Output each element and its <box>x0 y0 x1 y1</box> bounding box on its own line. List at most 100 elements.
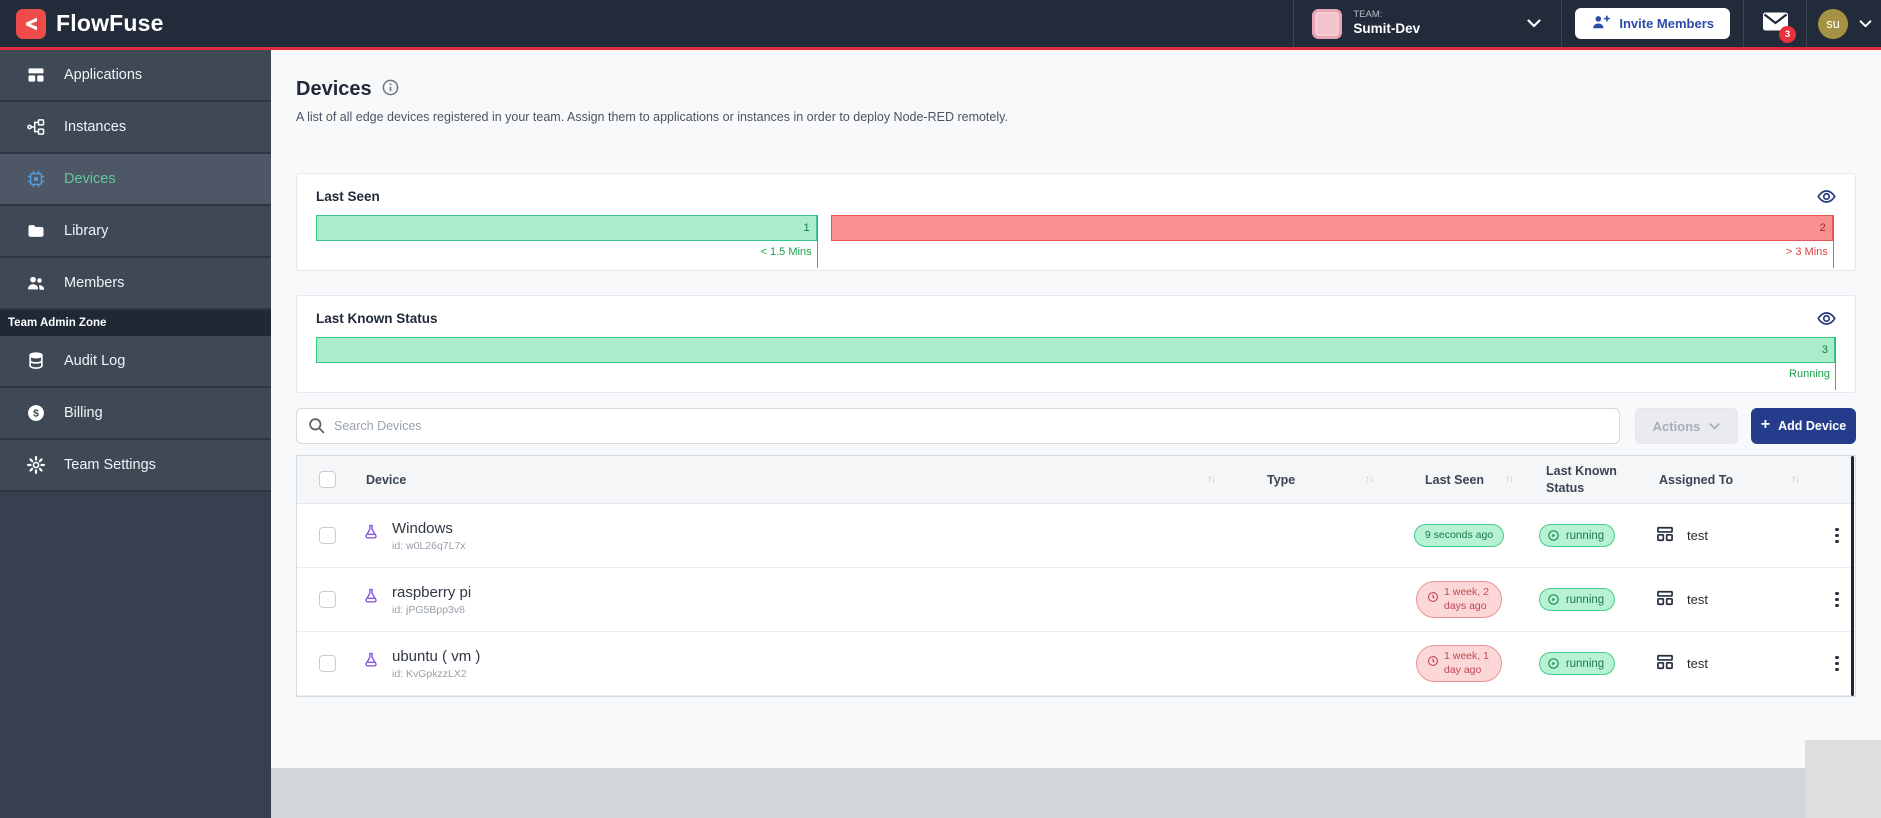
users-icon <box>26 273 46 293</box>
dollar-icon: $ <box>26 403 46 423</box>
bottom-strip <box>271 768 1881 818</box>
last-known-status-card: Last Known Status 3 Running <box>296 295 1856 393</box>
sidebar-item-label: Library <box>64 223 109 239</box>
assigned-to-value[interactable]: test <box>1687 528 1708 543</box>
row-checkbox[interactable] <box>319 527 336 544</box>
sidebar-item-label: Instances <box>64 119 127 135</box>
device-id: id: w0L26q7L7x <box>392 539 466 552</box>
device-name[interactable]: raspberry pi <box>392 584 471 601</box>
sidebar-item-library[interactable]: Library <box>0 206 271 258</box>
notifications-button[interactable]: 3 <box>1744 0 1806 47</box>
bar-segment: 2 > 3 Mins <box>830 215 1834 268</box>
sidebar-item-billing[interactable]: $ Billing <box>0 388 271 440</box>
sort-icon[interactable]: ↑↓ <box>1791 474 1800 485</box>
device-name[interactable]: Windows <box>392 520 466 537</box>
brand[interactable]: FlowFuse <box>16 8 164 39</box>
sidebar-item-label: Billing <box>64 405 103 421</box>
bar-label: Running <box>1789 368 1830 380</box>
search-input[interactable] <box>296 408 1620 444</box>
bar-value: 2 <box>830 215 1833 241</box>
assigned-to-value[interactable]: test <box>1687 656 1708 671</box>
user-avatar: su <box>1818 8 1848 39</box>
applications-icon <box>26 65 46 85</box>
invite-members-button[interactable]: Invite Members <box>1575 8 1730 39</box>
add-device-button[interactable]: + Add Device <box>1751 408 1856 444</box>
plus-icon: + <box>1760 416 1771 433</box>
chevron-down-icon <box>1527 15 1541 33</box>
user-plus-icon <box>1591 13 1611 34</box>
sort-icon[interactable]: ↑↓ <box>1365 474 1374 485</box>
team-avatar <box>1312 8 1343 39</box>
eye-icon[interactable] <box>1817 189 1836 204</box>
last-seen-badge: 9 seconds ago <box>1413 523 1505 548</box>
bar-label: > 3 Mins <box>1785 246 1828 258</box>
team-name: Sumit-Dev <box>1353 21 1421 37</box>
info-icon[interactable] <box>382 79 399 101</box>
table-scrollbar[interactable] <box>1851 456 1854 696</box>
sidebar-item-label: Audit Log <box>64 353 126 369</box>
device-flask-icon <box>361 523 381 548</box>
eye-icon[interactable] <box>1817 311 1836 326</box>
column-header-type: Type <box>1267 472 1296 487</box>
sort-icon[interactable]: ↑↓ <box>1505 474 1514 485</box>
page-title: Devices <box>296 78 372 100</box>
sidebar-item-members[interactable]: Members <box>0 258 271 310</box>
assigned-to-value[interactable]: test <box>1687 592 1708 607</box>
sidebar-item-instances[interactable]: Instances <box>0 102 271 154</box>
instances-icon <box>26 117 46 137</box>
sidebar: Applications Instances Devices Library M… <box>0 50 271 818</box>
database-icon <box>26 351 46 371</box>
devices-table: Device ↑↓ Type ↑↓ Last Seen ↑↓ Last Know… <box>296 455 1856 697</box>
select-all-checkbox[interactable] <box>319 471 336 488</box>
bottom-corner <box>1805 740 1881 818</box>
device-id: id: jPG5Bpp3v8 <box>392 603 465 616</box>
column-header-device: Device <box>366 472 407 487</box>
sidebar-item-audit-log[interactable]: Audit Log <box>0 336 271 388</box>
actions-button[interactable]: Actions <box>1635 408 1738 444</box>
kebab-menu-icon[interactable] <box>1831 524 1843 548</box>
clock-icon <box>1427 655 1439 672</box>
device-flask-icon <box>361 651 381 676</box>
team-admin-zone-header: Team Admin Zone <box>0 310 271 336</box>
sort-icon[interactable]: ↑↓ <box>1207 474 1216 485</box>
last-seen-badge: 1 week, 2 days ago <box>1416 580 1502 619</box>
last-seen-title: Last Seen <box>316 189 380 204</box>
status-badge: running <box>1538 588 1616 611</box>
kebab-menu-icon[interactable] <box>1831 588 1843 612</box>
status-badge: running <box>1538 652 1616 675</box>
main-content: Devices A list of all edge devices regis… <box>271 50 1881 818</box>
sidebar-item-label: Members <box>64 275 125 291</box>
column-header-last-known-status: Last Known Status <box>1546 464 1617 495</box>
bar-value: 3 <box>316 337 1835 363</box>
team-selector[interactable]: TEAM: Sumit-Dev <box>1294 0 1561 47</box>
chevron-down-icon[interactable] <box>1859 19 1881 28</box>
flowfuse-logo-icon <box>16 8 46 39</box>
user-menu-button[interactable]: su <box>1807 0 1859 47</box>
table-row[interactable]: ubuntu ( vm ) id: KvGpkzzLX2 1 week, 1 d… <box>297 632 1855 696</box>
bar-label: < 1.5 Mins <box>760 246 812 258</box>
device-id: id: KvGpkzzLX2 <box>392 667 467 680</box>
sidebar-item-applications[interactable]: Applications <box>0 50 271 102</box>
brand-name: FlowFuse <box>56 10 164 36</box>
row-checkbox[interactable] <box>319 655 336 672</box>
svg-text:$: $ <box>33 409 39 420</box>
folder-icon <box>26 221 46 241</box>
table-row[interactable]: Windows id: w0L26q7L7x 9 seconds ago run… <box>297 504 1855 568</box>
notification-badge: 3 <box>1779 26 1796 43</box>
kebab-menu-icon[interactable] <box>1831 652 1843 676</box>
application-icon <box>1655 588 1675 611</box>
clock-icon <box>1427 591 1439 608</box>
search-icon <box>308 417 325 439</box>
row-checkbox[interactable] <box>319 591 336 608</box>
page-description: A list of all edge devices registered in… <box>296 110 1008 124</box>
table-row[interactable]: raspberry pi id: jPG5Bpp3v8 1 week, 2 da… <box>297 568 1855 632</box>
devices-chip-icon <box>26 169 46 189</box>
last-known-status-bar-chart: 3 Running <box>316 337 1836 390</box>
device-name[interactable]: ubuntu ( vm ) <box>392 648 480 665</box>
column-header-assigned-to: Assigned To <box>1659 472 1734 487</box>
last-seen-card: Last Seen 1 < 1.5 Mins 2 > 3 Mins <box>296 173 1856 271</box>
navbar-right: TEAM: Sumit-Dev Invite Members 3 su <box>1293 0 1881 47</box>
application-icon <box>1655 524 1675 547</box>
sidebar-item-devices[interactable]: Devices <box>0 154 271 206</box>
sidebar-item-team-settings[interactable]: Team Settings <box>0 440 271 492</box>
